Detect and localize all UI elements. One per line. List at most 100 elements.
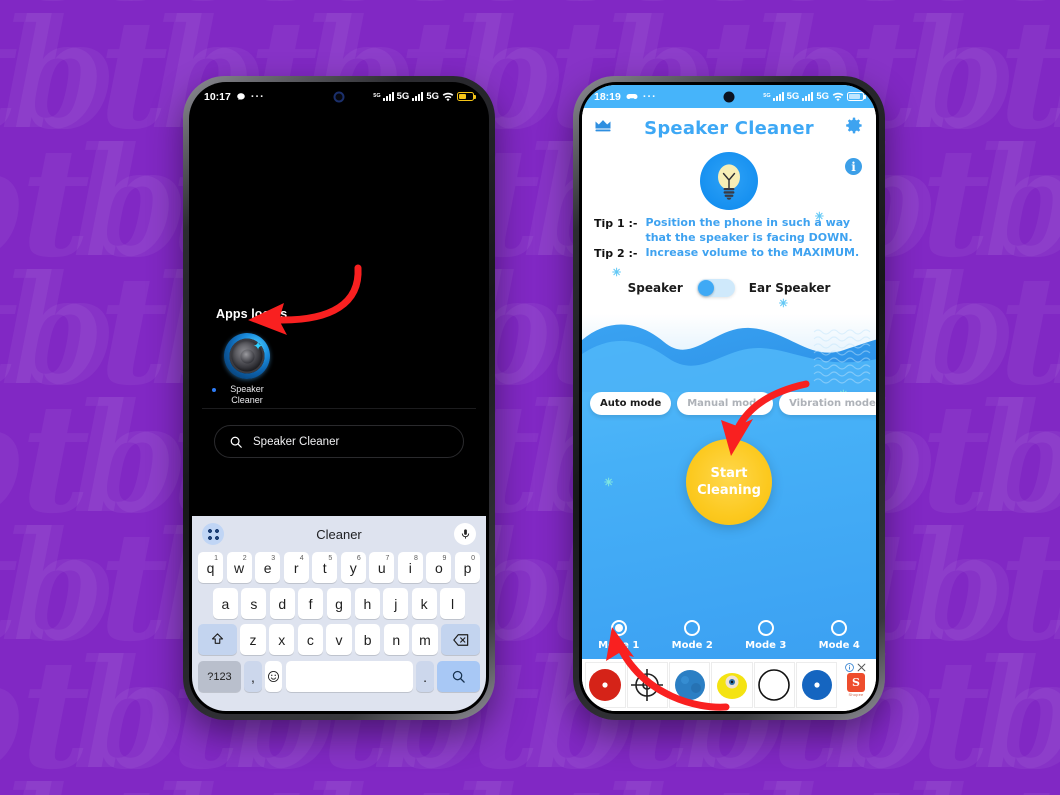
key-q-num: 1 bbox=[214, 554, 219, 562]
ad-controls: S Shopee bbox=[838, 662, 874, 708]
ad-item-1[interactable] bbox=[584, 662, 626, 708]
tip-1-text: Position the phone in such a way that th… bbox=[645, 216, 853, 244]
start-cleaning-button[interactable]: Start Cleaning bbox=[686, 438, 772, 525]
key-g[interactable]: g bbox=[326, 588, 352, 619]
tip-row-2: Tip 2 :- Increase volume to the MAXIMUM. bbox=[594, 246, 866, 261]
key-l[interactable]: l bbox=[440, 588, 466, 619]
keyboard-suggestion[interactable]: Cleaner bbox=[196, 527, 482, 542]
enter-search-key[interactable] bbox=[437, 661, 481, 692]
key-c[interactable]: c bbox=[297, 624, 323, 655]
speaker-app-icon[interactable]: ✦ bbox=[224, 333, 270, 379]
on-screen-keyboard[interactable]: Cleaner q1 w2 e3 r4 t5 y 6 u 7 i 8 o 9 p… bbox=[192, 516, 486, 711]
key-x[interactable]: x bbox=[269, 624, 295, 655]
left-phone-screen: 10:17 ··· 5G 5G 5G Apps locais ✦ Speaker… bbox=[192, 85, 486, 711]
microphone-icon[interactable] bbox=[454, 523, 476, 545]
lightbulb-icon bbox=[700, 152, 758, 210]
signal-bars-icon-1 bbox=[382, 92, 394, 101]
search-icon bbox=[452, 670, 465, 683]
radio-mode-3[interactable]: Mode 3 bbox=[745, 620, 786, 651]
radio-mode-2[interactable]: Mode 2 bbox=[672, 620, 713, 651]
key-r[interactable]: r4 bbox=[283, 552, 309, 583]
ad-item-6[interactable] bbox=[796, 662, 838, 708]
ad-info-icon[interactable] bbox=[845, 663, 855, 672]
shift-icon[interactable] bbox=[197, 624, 237, 655]
key-y[interactable]: y6 bbox=[340, 552, 366, 583]
key-e[interactable]: e3 bbox=[255, 552, 281, 583]
key-j[interactable]: j bbox=[383, 588, 409, 619]
key-u-label: u bbox=[377, 559, 386, 576]
blue-disc-icon bbox=[801, 670, 832, 700]
tip-2-text: Increase volume to the MAXIMUM. bbox=[645, 246, 860, 259]
space-key[interactable] bbox=[285, 661, 413, 692]
key-t-num: 5 bbox=[328, 554, 333, 562]
period-key[interactable]: . bbox=[416, 661, 434, 692]
right-phone-mockup: 18:19 ··· 5G 5G 5G Speaker Cleaner i ✳ T… bbox=[573, 76, 885, 720]
key-v[interactable]: v bbox=[326, 624, 352, 655]
radio-mode-4[interactable]: Mode 4 bbox=[819, 620, 860, 651]
main-blue-panel: ✳ ✳ Auto mode Manual mode Vibration mode… bbox=[582, 313, 876, 659]
shopee-brand-icon[interactable]: S bbox=[846, 673, 865, 692]
sparkle-decoration-3: ✳ bbox=[778, 297, 788, 310]
ad-item-4[interactable] bbox=[711, 662, 753, 708]
game-controller-icon bbox=[626, 94, 638, 99]
ad-close-icon[interactable] bbox=[857, 663, 866, 672]
keyboard-row-4: ?123 , . bbox=[196, 661, 482, 692]
key-o[interactable]: o9 bbox=[426, 552, 452, 583]
speaker-toggle-switch[interactable] bbox=[696, 278, 735, 297]
key-r-label: r bbox=[293, 559, 299, 576]
key-p[interactable]: p0 bbox=[454, 552, 480, 583]
symbols-key[interactable]: ?123 bbox=[198, 661, 241, 692]
backspace-icon[interactable] bbox=[441, 624, 481, 655]
ad-item-2[interactable] bbox=[626, 662, 669, 708]
ad-banner[interactable]: S Shopee bbox=[582, 627, 876, 711]
key-k[interactable]: k bbox=[411, 588, 437, 619]
key-p-label: p bbox=[463, 559, 472, 576]
key-f[interactable]: f bbox=[298, 588, 324, 619]
keyboard-switch-icon[interactable] bbox=[202, 523, 224, 545]
key-h[interactable]: h bbox=[354, 588, 380, 619]
left-5g-superscript: 5G bbox=[373, 92, 381, 99]
app-tile-speaker-cleaner[interactable]: ✦ Speaker Cleaner bbox=[212, 333, 280, 406]
radio-circle-1 bbox=[610, 620, 627, 636]
key-t[interactable]: t5 bbox=[312, 552, 338, 583]
ad-control-icons[interactable] bbox=[845, 663, 866, 672]
emoji-icon[interactable] bbox=[265, 661, 283, 692]
sparkle-icon: ✦ bbox=[252, 339, 264, 353]
key-w[interactable]: w2 bbox=[226, 552, 252, 583]
key-s[interactable]: s bbox=[241, 588, 267, 619]
key-m[interactable]: m bbox=[412, 624, 438, 655]
key-a[interactable]: a bbox=[213, 588, 238, 619]
key-r-num: 4 bbox=[299, 554, 304, 562]
wifi-icon bbox=[442, 92, 454, 101]
keyboard-toolbar: Cleaner bbox=[196, 521, 482, 547]
key-z[interactable]: z bbox=[240, 624, 266, 655]
radio-label-2: Mode 2 bbox=[671, 640, 713, 651]
mode-pill-manual[interactable]: Manual mode bbox=[677, 391, 774, 415]
crown-icon[interactable] bbox=[594, 119, 612, 138]
start-button-line2: Cleaning bbox=[697, 482, 761, 498]
mode-pill-auto[interactable]: Auto mode bbox=[590, 391, 672, 415]
left-status-time: 10:17 bbox=[204, 90, 231, 103]
key-u-num: 7 bbox=[385, 554, 390, 562]
right-camera-punchhole bbox=[723, 91, 735, 102]
lightbulb-glyph bbox=[718, 164, 740, 200]
radio-mode-1[interactable]: Mode 1 bbox=[598, 620, 639, 651]
info-icon[interactable]: i bbox=[845, 158, 862, 175]
backspace-glyph bbox=[452, 633, 468, 646]
mode-pill-vibration[interactable]: Vibration mode bbox=[779, 391, 876, 415]
key-d[interactable]: d bbox=[269, 588, 295, 619]
key-u[interactable]: u7 bbox=[369, 552, 395, 583]
search-input[interactable]: Speaker Cleaner bbox=[214, 425, 464, 458]
key-q[interactable]: q1 bbox=[198, 552, 224, 583]
radio-label-4: Mode 4 bbox=[818, 640, 860, 651]
gear-icon[interactable] bbox=[845, 116, 864, 140]
key-b[interactable]: b bbox=[355, 624, 381, 655]
key-i[interactable]: i8 bbox=[397, 552, 423, 583]
comma-key[interactable]: , bbox=[244, 661, 262, 692]
ad-item-5[interactable] bbox=[753, 662, 796, 708]
key-n[interactable]: n bbox=[383, 624, 409, 655]
ad-item-3[interactable] bbox=[669, 662, 711, 708]
yellow-eye-icon bbox=[717, 673, 748, 699]
wifi-icon bbox=[832, 92, 844, 101]
battery-icon bbox=[847, 92, 866, 101]
